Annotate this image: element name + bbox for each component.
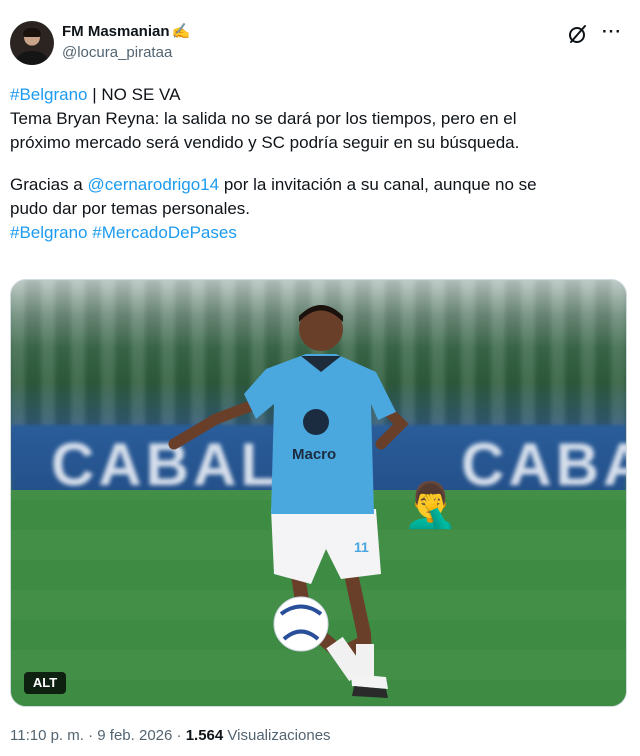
tweet-meta: 11:10 p. m. · 9 feb. 2026 · 1.564 Visual… bbox=[10, 727, 331, 744]
tweet-line-3: próximo mercado será vendido y SC podría… bbox=[10, 133, 520, 152]
views-count: 1.564 bbox=[185, 727, 224, 744]
tweet-line-4-suffix: por la invitación a su canal, aunque no … bbox=[219, 175, 537, 194]
views-label: Visualizaciones bbox=[223, 727, 331, 744]
hashtag-belgrano-link[interactable]: #Belgrano bbox=[10, 85, 88, 104]
more-options-button[interactable]: ··· bbox=[600, 22, 624, 46]
tweet-line-1-text: | NO SE VA bbox=[87, 85, 181, 104]
meta-separator-2: · bbox=[172, 727, 186, 744]
tweet-line-1: #Belgrano | NO SE VA bbox=[10, 83, 620, 107]
tweet-line-6: #Belgrano #MercadoDePases bbox=[10, 221, 620, 245]
hashtag-mercadodepases-link[interactable]: #MercadoDePases bbox=[92, 223, 237, 242]
board-text-right: CABA bbox=[461, 431, 626, 498]
tweet-media-photo[interactable]: CABAL CABA Macro 11 🤦‍♂️ ALT bbox=[10, 279, 627, 707]
avatar-hair bbox=[23, 28, 41, 37]
writing-hand-emoji: ✍️ bbox=[171, 23, 191, 40]
avatar[interactable] bbox=[10, 21, 54, 65]
grok-icon bbox=[569, 25, 586, 43]
tweet-text: #Belgrano | NO SE VA Tema Bryan Reyna: l… bbox=[10, 83, 620, 245]
tweet-date[interactable]: 9 feb. 2026 bbox=[97, 727, 172, 744]
tweet-line-4: Gracias a @cernarodrigo14 por la invitac… bbox=[10, 173, 620, 197]
author-name-row[interactable]: FM Masmanian ✍️ bbox=[62, 23, 190, 40]
author-handle[interactable]: @locura_pirataa bbox=[62, 44, 172, 61]
meta-separator: · bbox=[83, 727, 98, 744]
shirt-number-text: 11 bbox=[354, 539, 369, 555]
avatar-shirt bbox=[16, 51, 48, 65]
more-options-icon: ··· bbox=[602, 22, 622, 41]
tweet-line-2: Tema Bryan Reyna: la salida no se dará p… bbox=[10, 109, 517, 128]
author-display-name[interactable]: FM Masmanian bbox=[62, 23, 170, 40]
tweet-line-5: pudo dar por temas personales. bbox=[10, 199, 251, 218]
tweet-header: FM Masmanian ✍️ @locura_pirataa ··· bbox=[10, 20, 630, 70]
grok-button[interactable] bbox=[566, 22, 590, 46]
tweet-line-4-prefix: Gracias a bbox=[10, 175, 88, 194]
hashtag-belgrano-link-2[interactable]: #Belgrano bbox=[10, 223, 88, 242]
alt-text-button[interactable]: ALT bbox=[24, 672, 66, 694]
mention-link[interactable]: @cernarodrigo14 bbox=[87, 175, 219, 194]
facepalm-emoji: 🤦‍♂️ bbox=[403, 481, 458, 530]
shirt-sponsor-text: Macro bbox=[292, 446, 336, 463]
tweet-time[interactable]: 11:10 p. m. bbox=[10, 727, 84, 744]
